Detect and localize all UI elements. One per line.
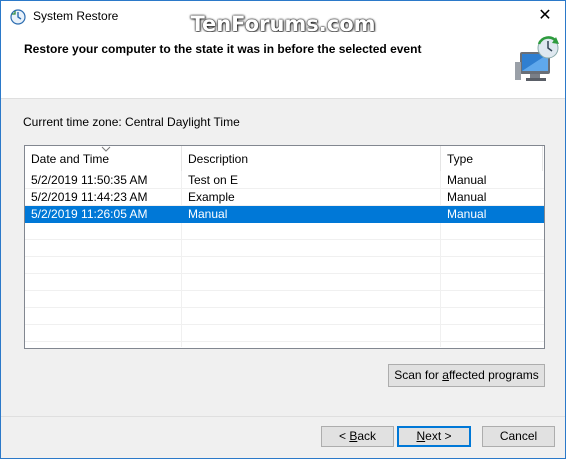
wizard-header: Restore your computer to the state it wa…	[1, 32, 565, 98]
next-button[interactable]: Next >	[397, 426, 471, 447]
row-description: Test on E	[188, 173, 239, 187]
column-header-date[interactable]: Date and Time	[25, 146, 182, 171]
empty-row	[25, 257, 544, 274]
title-bar[interactable]: System Restore TenForums.com ✕	[1, 1, 565, 36]
empty-row	[25, 240, 544, 257]
header-divider	[1, 98, 565, 99]
back-button[interactable]: < Back	[321, 426, 394, 447]
footer-divider	[1, 416, 565, 417]
row-description: Manual	[188, 207, 228, 221]
column-header-type-label: Type	[447, 152, 474, 166]
empty-row	[25, 291, 544, 308]
page-title: Restore your computer to the state it wa…	[24, 42, 422, 56]
scan-affected-programs-button[interactable]: Scan for affected programs	[388, 364, 545, 387]
column-header-type[interactable]: Type	[441, 146, 543, 171]
row-date: 5/2/2019 11:50:35 AM	[31, 173, 148, 187]
close-button[interactable]: ✕	[525, 1, 565, 32]
column-header-description-label: Description	[188, 152, 249, 166]
row-type: Manual	[447, 173, 487, 187]
restore-points-list[interactable]: Date and Time Description Type 5/2/2019 …	[24, 145, 545, 349]
system-restore-window: System Restore TenForums.com ✕ Restore y…	[0, 0, 566, 459]
row-description: Example	[188, 190, 235, 204]
empty-row	[25, 274, 544, 291]
empty-row	[25, 325, 544, 342]
table-row-selected[interactable]: 5/2/2019 11:26:05 AM Manual Manual	[25, 206, 544, 223]
empty-row	[25, 308, 544, 325]
row-type: Manual	[447, 207, 487, 221]
row-date: 5/2/2019 11:44:23 AM	[31, 190, 148, 204]
sort-descending-icon	[101, 146, 111, 152]
table-row[interactable]: 5/2/2019 11:50:35 AM Test on E Manual	[25, 172, 544, 189]
system-restore-monitor-icon	[515, 36, 559, 81]
close-icon: ✕	[538, 7, 552, 24]
cancel-button[interactable]: Cancel	[482, 426, 555, 447]
empty-row	[25, 223, 544, 240]
column-header-date-label: Date and Time	[31, 152, 110, 166]
row-date: 5/2/2019 11:26:05 AM	[31, 207, 148, 221]
column-header-description[interactable]: Description	[182, 146, 441, 171]
table-row[interactable]: 5/2/2019 11:44:23 AM Example Manual	[25, 189, 544, 206]
row-type: Manual	[447, 190, 487, 204]
timezone-label: Current time zone: Central Daylight Time	[23, 115, 240, 129]
